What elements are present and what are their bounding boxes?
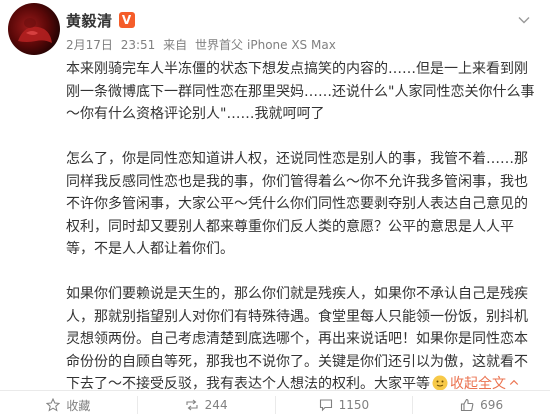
post-paragraph-3: 如果你们要赖说是天生的，那么你们就是残疾人，如果你不承认自己是残疾人，那就别指望…	[66, 283, 540, 396]
paragraph-text: 怎么了，你是同性恋知道讲人权，还说同性恋是别人的事，我管不着……那同样我反感同性…	[66, 151, 528, 257]
post-header: 黄毅清 V	[66, 10, 135, 30]
repost-icon	[186, 399, 198, 411]
avatar[interactable]	[8, 3, 60, 55]
avatar-image	[18, 18, 52, 43]
post-device: iPhone XS Max	[247, 38, 336, 52]
favorite-label: 收藏	[66, 398, 91, 413]
post-meta: 2月17日 23:51 来自 世界首父 iPhone XS Max	[66, 36, 340, 53]
repost-button[interactable]: 244	[138, 396, 276, 414]
post-date[interactable]: 2月17日	[66, 38, 113, 52]
star-icon	[46, 398, 61, 412]
like-count: 696	[480, 398, 504, 412]
post-paragraph-1: 本来刚骑完车人半冻僵的状态下想发点搞笑的内容的……但是一上来看到刚刚一条微博底下…	[66, 58, 540, 126]
emoji-icon	[432, 375, 448, 391]
post-paragraph-2: 怎么了，你是同性恋知道讲人权，还说同性恋是别人的事，我管不着……那同样我反感同性…	[66, 148, 540, 261]
from-label: 来自	[163, 38, 188, 52]
favorite-button[interactable]: 收藏	[0, 396, 138, 414]
paragraph-text: 本来刚骑完车人半冻僵的状态下想发点搞笑的内容的……但是一上来看到刚刚一条微博底下…	[66, 61, 535, 122]
post-time[interactable]: 23:51	[121, 38, 156, 52]
post-content: 本来刚骑完车人半冻僵的状态下想发点搞笑的内容的……但是一上来看到刚刚一条微博底下…	[66, 58, 540, 396]
comment-icon	[319, 399, 332, 412]
comment-button[interactable]: 1150	[276, 396, 414, 414]
post-actions: 收藏 244 1150 696	[0, 390, 550, 417]
repost-count: 244	[204, 398, 228, 412]
like-icon	[461, 398, 474, 412]
weibo-post: 黄毅清 V 2月17日 23:51 来自 世界首父 iPhone XS Max 本…	[0, 0, 550, 417]
like-button[interactable]: 696	[413, 396, 550, 414]
collapse-arrow-icon[interactable]	[508, 377, 520, 389]
comment-count: 1150	[338, 398, 370, 412]
verified-badge: V	[118, 12, 135, 28]
chevron-down-icon[interactable]	[518, 14, 530, 26]
username[interactable]: 黄毅清	[66, 10, 113, 31]
post-source[interactable]: 世界首父	[195, 38, 243, 52]
